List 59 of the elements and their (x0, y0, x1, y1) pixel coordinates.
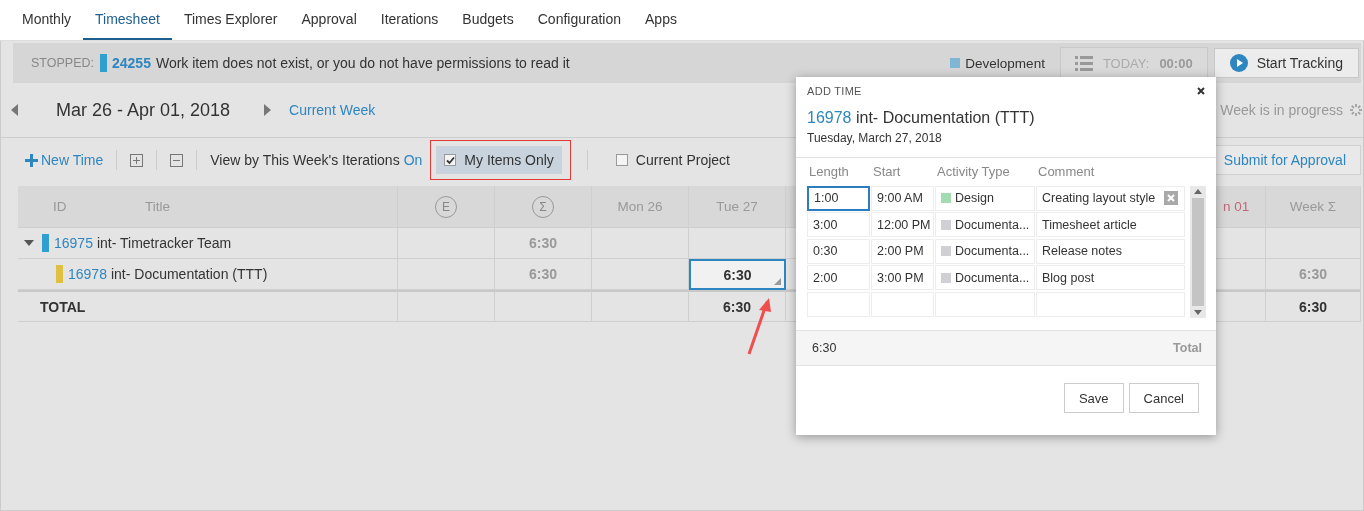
filter-checkbox[interactable]: My Items Only (436, 146, 562, 174)
status-label: STOPPED: (31, 56, 94, 70)
work-item-title: int- Timetracker Team (96, 235, 232, 251)
table-cell: Blog post (1036, 265, 1185, 290)
length-field[interactable]: 3:00 (807, 212, 870, 237)
table-cell: 3:00 PM (871, 265, 934, 290)
dialog-title: ADD TIME (807, 85, 862, 97)
table-cell: 6:30 (495, 228, 592, 259)
start-tracking-button[interactable]: Start Tracking (1213, 48, 1359, 78)
entry-date: Tuesday, March 27, 2018 (806, 130, 943, 145)
length-field[interactable]: 1:00 (807, 185, 870, 211)
column-header: Mon 26 (617, 199, 663, 214)
length-field[interactable]: 2:00 (807, 265, 870, 290)
nav-tab[interactable]: Configuration (525, 0, 633, 40)
total-label: TOTAL (40, 298, 86, 315)
table-cell: 12:00 PM (871, 212, 934, 237)
column-header: Title (145, 199, 170, 214)
column-header: Start (873, 164, 901, 179)
table-cell: Release notes (1036, 238, 1185, 264)
table-cell: Documenta... (955, 244, 1030, 258)
time-cell[interactable]: 6:30 (689, 259, 786, 290)
nav-tab[interactable]: Apps (633, 0, 689, 40)
filter-checkbox[interactable]: Current Project (607, 146, 738, 174)
iterations-label: View by This Week's Iterations (210, 152, 400, 168)
table-cell: Documenta... (955, 217, 1030, 232)
save-button[interactable]: Save (1063, 383, 1124, 413)
column-header: Comment (1038, 164, 1095, 179)
nav-tab[interactable]: Monthly (10, 0, 84, 40)
cancel-button[interactable]: Cancel (1128, 383, 1199, 413)
table-cell: 9:00 AM (871, 185, 934, 211)
table-cell: Timesheet article (1036, 212, 1185, 237)
column-header: Length (809, 164, 849, 179)
column-header: n 01 (1223, 199, 1250, 214)
column-header: ID (53, 199, 68, 214)
nav-tab[interactable]: Budgets (450, 0, 526, 40)
total-value: 6:30 (812, 341, 837, 355)
length-field[interactable]: 0:30 (807, 238, 870, 264)
week-progress-label: Week is in progress (1220, 102, 1343, 118)
status-message: Work item does not exist, or you do not have permissions to read it (155, 55, 570, 71)
column-header: Activity Type (937, 164, 1010, 179)
activity-label: Development (965, 55, 1045, 71)
week-range: Mar 26 - Apr 01, 2018 (56, 99, 231, 121)
column-header: Tue 27 (716, 199, 758, 214)
table-cell: 6:30 (495, 259, 592, 290)
table-cell: Documenta... (955, 270, 1030, 285)
total-label: Total (1173, 341, 1202, 355)
table-cell: 6:30 (1266, 259, 1361, 290)
table-cell: 2:00 PM (871, 238, 934, 264)
table-cell: Design (955, 191, 994, 205)
today-value: 00:00 (1159, 55, 1193, 71)
work-item-link[interactable]: 16978 (807, 109, 852, 126)
nav-tab[interactable]: Times Explorer (171, 0, 290, 40)
comment-field[interactable]: Creating layout style (1036, 185, 1185, 211)
work-item-title: int- Documentation (TTT) (855, 109, 1035, 126)
work-item-title: int- Documentation (TTT) (110, 266, 268, 282)
table-cell: 6:30 (1266, 290, 1361, 322)
nav-tab[interactable]: Approval (289, 0, 369, 40)
column-header: Week Σ (1289, 199, 1337, 214)
nav-tab[interactable]: Iterations (368, 0, 451, 40)
